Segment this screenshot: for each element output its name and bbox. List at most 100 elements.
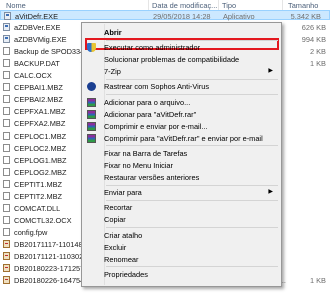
menu-item-criar-atalho[interactable]: Criar atalho	[84, 230, 279, 241]
file-icon	[3, 227, 10, 236]
file-name: CEPLOC2.MBZ	[14, 143, 67, 153]
menu-separator	[106, 227, 278, 228]
winrar-icon	[87, 121, 96, 131]
file-icon	[3, 83, 10, 92]
file-name: COMCTL32.OCX	[14, 215, 72, 225]
menu-item-label: 7-Zip	[104, 67, 121, 77]
file-name: CEPFXA1.MBZ	[14, 107, 66, 117]
menu-item-label: Comprimir e enviar por e-mail...	[104, 121, 208, 131]
file-name: CEPLOG1.MBZ	[14, 155, 67, 165]
file-icon	[3, 131, 10, 140]
db-icon	[3, 264, 10, 273]
file-icon	[3, 191, 10, 200]
menu-separator	[106, 145, 278, 147]
context-menu: Abrir Executar como administrador Solucion…	[81, 22, 282, 287]
menu-item-adicionar-para-o-arquivo[interactable]: Adicionar para o arquivo...	[84, 97, 279, 108]
column-type-header[interactable]: Tipo	[222, 1, 236, 10]
menu-item-label: Adicionar para "aVitDefr.rar"	[104, 109, 197, 119]
menu-item-label: Comprimir para "aVitDefr.rar" e enviar p…	[104, 133, 263, 143]
sophos-icon	[87, 82, 96, 92]
menu-separator	[106, 266, 278, 268]
file-name: CEPLOG2.MBZ	[14, 167, 67, 177]
file-icon	[3, 203, 10, 212]
menu-item-fixar-na-barra-de-tarefas[interactable]: Fixar na Barra de Tarefas	[84, 148, 279, 159]
file-name: CEPBAI2.MBZ	[14, 95, 63, 105]
column-date-header[interactable]: Data de modificaç...	[152, 1, 217, 10]
menu-item-7-zip[interactable]: 7-Zip ▶	[84, 66, 279, 77]
file-icon	[3, 107, 10, 116]
winrar-icon	[87, 97, 96, 107]
menu-item-recortar[interactable]: Recortar	[84, 202, 279, 213]
menu-item-fixar-no-menu-iniciar[interactable]: Fixar no Menu Iniciar	[84, 160, 279, 171]
menu-item-label: Recortar	[104, 203, 133, 213]
menu-item-label: Fixar no Menu Iniciar	[104, 161, 174, 170]
file-name: COMCAT.DLL	[14, 203, 61, 213]
file-type: Aplicativo	[223, 12, 255, 21]
column-size-header[interactable]: Tamanho	[288, 1, 318, 10]
menu-item-label: Adicionar para o arquivo...	[104, 97, 191, 107]
menu-item-adicionar-para-avitdefr-rar[interactable]: Adicionar para "aVitDefr.rar"	[84, 109, 279, 120]
menu-item-label: Solucionar problemas de compatibilidade	[104, 55, 240, 65]
menu-item-comprimir-para-avitdefr-rar-e-enviar-por-e-mail[interactable]: Comprimir para "aVitDefr.rar" e enviar p…	[84, 133, 279, 144]
column-divider[interactable]	[282, 0, 283, 10]
file-icon	[3, 215, 10, 224]
menu-item-abrir[interactable]: Abrir	[84, 27, 279, 38]
file-name: CEPLOC1.MBZ	[14, 131, 67, 141]
column-divider[interactable]	[148, 0, 149, 10]
menu-item-label: Rastrear com Sophos Anti-Virus	[104, 82, 210, 92]
menu-item-restaurar-vers-es-anteriores[interactable]: Restaurar versões anteriores	[84, 172, 279, 183]
file-name: aVitDefr.EXE	[15, 12, 58, 21]
file-icon	[3, 71, 10, 80]
menu-item-label: Restaurar versões anteriores	[104, 173, 200, 183]
file-size: 626 KB	[301, 23, 326, 33]
file-name: BACKUP.DAT	[14, 59, 60, 69]
menu-item-enviar-para[interactable]: Enviar para ▶	[84, 187, 279, 198]
file-icon	[3, 179, 10, 188]
file-name: CALC.OCX	[14, 71, 52, 81]
column-divider[interactable]	[218, 0, 219, 10]
file-size: 1 KB	[309, 59, 326, 69]
submenu-arrow-icon: ▶	[268, 68, 273, 75]
menu-item-label: Excluir	[104, 242, 127, 252]
file-name: aZDBVer.EXE	[14, 23, 61, 33]
menu-item-rastrear-com-sophos-anti-virus[interactable]: Rastrear com Sophos Anti-Virus	[84, 81, 279, 92]
menu-item-label: Renomear	[104, 254, 139, 264]
menu-separator	[106, 184, 278, 186]
menu-item-comprimir-e-enviar-por-e-mail[interactable]: Comprimir e enviar por e-mail...	[84, 121, 279, 132]
file-icon	[3, 155, 10, 164]
menu-item-propriedades[interactable]: Propriedades	[84, 269, 279, 280]
file-icon	[3, 95, 10, 104]
file-size: 5.342 KB	[290, 12, 321, 21]
exe-icon	[3, 23, 10, 32]
file-name: aZDBVMig.EXE	[14, 35, 67, 45]
menu-item-renomear[interactable]: Renomear	[84, 254, 279, 265]
file-size: 1 KB	[309, 276, 326, 286]
shield-icon	[87, 43, 96, 53]
column-name-header[interactable]: Nome	[6, 1, 26, 10]
file-icon	[3, 119, 10, 128]
db-icon	[3, 252, 10, 260]
menu-item-solucionar-problemas-de-compatibilidade[interactable]: Solucionar problemas de compatibilidade	[84, 54, 279, 65]
menu-separator	[106, 78, 278, 80]
submenu-arrow-icon: ▶	[268, 189, 273, 196]
winrar-icon	[87, 133, 96, 143]
db-icon	[3, 239, 10, 248]
db-icon	[3, 276, 10, 285]
file-name: CEPTIT1.MBZ	[14, 179, 63, 189]
file-date: 29/05/2018 14:28	[153, 12, 211, 21]
file-icon	[3, 59, 10, 68]
menu-item-copiar[interactable]: Copiar	[84, 214, 279, 225]
file-name: CEPFXA2.MBZ	[14, 119, 66, 129]
file-size: 994 KB	[301, 35, 326, 45]
menu-item-label: Copiar	[104, 215, 126, 225]
menu-item-label: Executar como administrador	[104, 43, 201, 53]
file-row[interactable]: aVitDefr.EXE 29/05/2018 14:28 Aplicativo 5.…	[0, 10, 330, 21]
menu-separator	[106, 199, 278, 201]
file-icon	[3, 47, 10, 56]
menu-separator	[106, 94, 278, 95]
menu-item-excluir[interactable]: Excluir	[84, 242, 279, 253]
menu-item-label: Criar atalho	[104, 230, 143, 240]
file-icon	[3, 143, 10, 152]
file-name: CEPTIT2.MBZ	[14, 191, 63, 201]
menu-item-executar-como-administrador[interactable]: Executar como administrador	[84, 42, 279, 53]
